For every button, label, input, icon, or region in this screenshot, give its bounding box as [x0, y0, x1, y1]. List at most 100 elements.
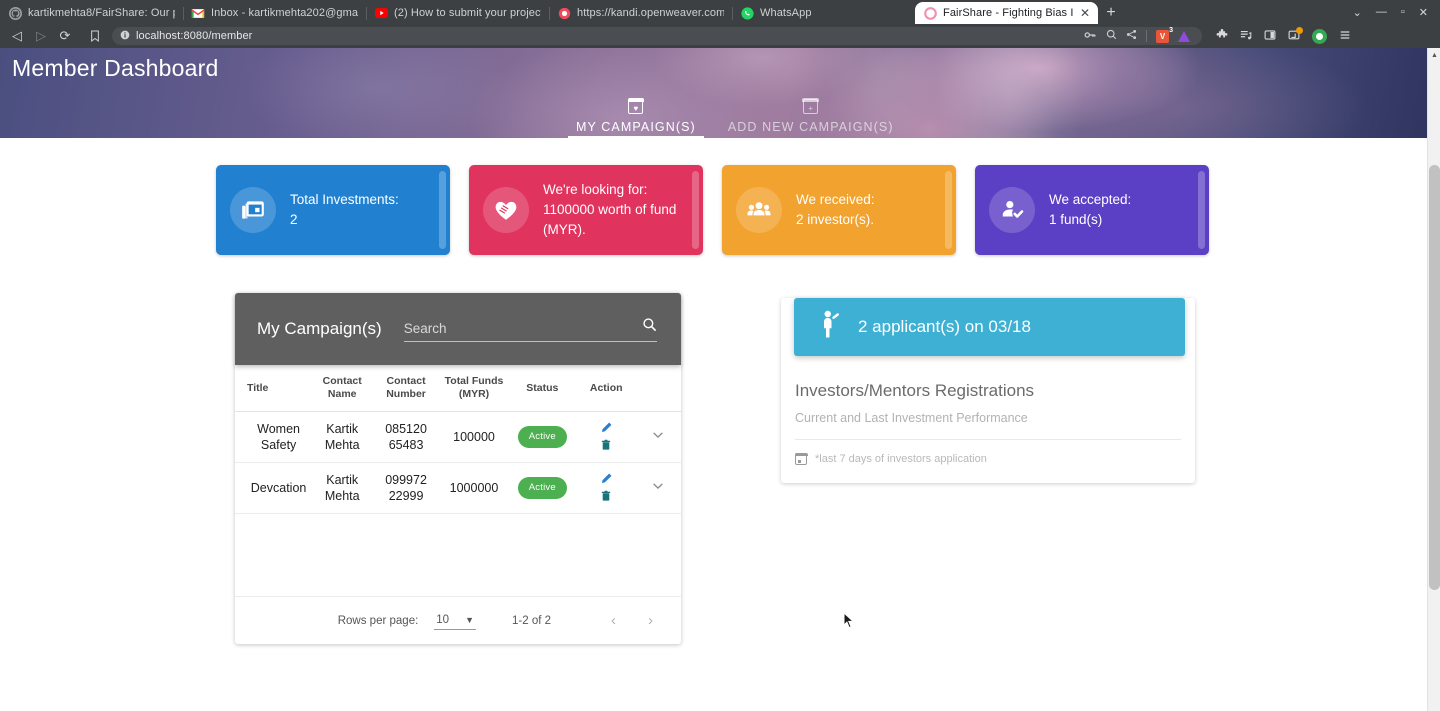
key-icon[interactable]: [1084, 30, 1097, 43]
registrations-title: Investors/Mentors Registrations: [795, 381, 1035, 400]
chevron-down-icon[interactable]: [651, 481, 665, 496]
browser-tab-fairshare[interactable]: FairShare - Fighting Bias In Fi ✕: [915, 2, 1098, 24]
tab-search-icon[interactable]: ⌄: [1353, 6, 1362, 19]
profile-avatar[interactable]: [1312, 28, 1327, 44]
close-window-button[interactable]: ✕: [1419, 6, 1428, 19]
stat-cards-row: Total Investments: 2 We're looking for: …: [0, 138, 1428, 255]
pagination-range: 1-2 of 2: [512, 614, 551, 627]
column-expand: [636, 365, 681, 412]
campaigns-card-header: My Campaign(s): [235, 293, 681, 365]
tab-title: https://kandi.openweaver.com/: [577, 7, 724, 19]
info-icon[interactable]: [120, 30, 130, 42]
panels-row: My Campaign(s) Title Contact: [0, 255, 1428, 644]
table-empty-space: [235, 514, 681, 596]
group-icon: [736, 187, 782, 233]
browser-tab-whatsapp[interactable]: WhatsApp: [732, 2, 915, 24]
rows-per-page-select[interactable]: 10 ▼: [434, 612, 476, 630]
reading-list-icon[interactable]: [1240, 29, 1252, 44]
browser-tab-github[interactable]: kartikmehta8/FairShare: Our pla: [0, 2, 183, 24]
applicants-banner[interactable]: 2 applicant(s) on 03/18: [794, 298, 1185, 356]
extensions-puzzle-icon[interactable]: [1216, 28, 1228, 44]
minimize-button[interactable]: —: [1376, 6, 1387, 18]
chevron-down-icon[interactable]: [651, 430, 665, 445]
chevron-down-icon: ▼: [465, 614, 474, 625]
registrations-subtitle: Current and Last Investment Performance: [795, 411, 1028, 425]
table-header-row: Title Contact Name Contact Number Total …: [235, 365, 681, 412]
column-contact-number: Contact Number: [386, 375, 426, 400]
side-panel-icon[interactable]: [1264, 29, 1276, 44]
extension-triangle-icon[interactable]: [1178, 30, 1190, 42]
new-tab-button[interactable]: +: [1098, 2, 1124, 24]
scroll-up-arrow[interactable]: ▲: [1428, 48, 1440, 62]
cell-contact-name: Kartik Mehta: [324, 473, 360, 503]
campaigns-title: My Campaign(s): [257, 319, 382, 338]
stat-value: 1100000 worth of fund (MYR).: [543, 202, 677, 237]
stat-label: We're looking for:: [543, 182, 648, 197]
dashboard-content: Total Investments: 2 We're looking for: …: [0, 138, 1428, 644]
cell-contact-number: 099972 22999: [385, 473, 427, 503]
whatsapp-icon: [740, 6, 754, 20]
delete-icon[interactable]: [600, 490, 612, 504]
next-page-button[interactable]: ›: [632, 612, 669, 629]
browser-tab-gmail[interactable]: Inbox - kartikmehta202@gmail.c: [183, 2, 366, 24]
search-input[interactable]: [403, 320, 634, 336]
page-viewport: Member Dashboard ♥ MY CAMPAIGN(S) + ADD …: [0, 48, 1440, 711]
vimium-extension-icon[interactable]: V 3: [1156, 27, 1173, 43]
stat-label: Total Investments:: [290, 192, 399, 207]
edit-icon[interactable]: [600, 472, 613, 487]
stat-card-total-investments[interactable]: Total Investments: 2: [216, 165, 450, 255]
bookmark-icon[interactable]: [84, 25, 106, 47]
tab-my-campaigns[interactable]: ♥ MY CAMPAIGN(S): [560, 93, 712, 138]
applicants-text: 2 applicant(s) on 03/18: [858, 317, 1031, 336]
cell-actions: [576, 463, 635, 514]
url-text: localhost:8080/member: [136, 30, 253, 42]
calendar-icon: [794, 452, 808, 465]
scrollbar-thumb[interactable]: [1429, 165, 1440, 590]
stat-card-looking-for[interactable]: We're looking for: 1100000 worth of fund…: [469, 165, 703, 255]
zoom-icon[interactable]: [1106, 29, 1117, 43]
page-scrollbar[interactable]: ▲: [1427, 48, 1440, 711]
back-button[interactable]: ◁: [6, 25, 28, 47]
search-icon[interactable]: [642, 317, 657, 336]
browser-toolbar: ◁ ▷ ⟳ localhost:8080/member V 3: [0, 24, 1440, 48]
hero-banner: Member Dashboard ♥ MY CAMPAIGN(S) + ADD …: [0, 48, 1428, 138]
table-body: Women Safety Kartik Mehta 085120 65483 1…: [235, 412, 681, 514]
forward-button[interactable]: ▷: [30, 25, 52, 47]
prev-page-button[interactable]: ‹: [595, 612, 632, 629]
rows-per-page-label: Rows per page:: [337, 614, 419, 627]
stat-value: 2 investor(s).: [796, 212, 875, 227]
extension-badge: 3: [1169, 26, 1173, 34]
reload-button[interactable]: ⟳: [54, 25, 76, 47]
calendar-plus-icon: +: [802, 98, 820, 114]
stat-card-accepted[interactable]: We accepted: 1 fund(s): [975, 165, 1209, 255]
cell-actions: [576, 412, 635, 463]
column-title: Title: [247, 381, 269, 394]
stat-text: Total Investments: 2: [290, 190, 399, 230]
address-bar[interactable]: localhost:8080/member V 3: [112, 27, 1202, 45]
edit-icon[interactable]: [600, 421, 613, 436]
table-row[interactable]: Women Safety Kartik Mehta 085120 65483 1…: [235, 412, 681, 463]
tab-add-new-campaigns[interactable]: + ADD NEW CAMPAIGN(S): [712, 93, 910, 138]
cell-status: Active: [508, 463, 576, 514]
tab-title: FairShare - Fighting Bias In Fi: [943, 7, 1074, 19]
maximize-button[interactable]: ▫: [1401, 6, 1405, 18]
fairshare-icon: [923, 6, 937, 20]
share-icon[interactable]: [1126, 29, 1137, 43]
search-field-wrapper[interactable]: [403, 317, 657, 342]
stat-text: We're looking for: 1100000 worth of fund…: [543, 180, 683, 240]
browser-tab-kandi[interactable]: https://kandi.openweaver.com/: [549, 2, 732, 24]
cell-expand: [636, 463, 681, 514]
omnibox-actions: V 3: [1084, 27, 1194, 43]
cell-status: Active: [508, 412, 576, 463]
table-row[interactable]: Devcation Kartik Mehta 099972 22999 1000…: [235, 463, 681, 514]
tab-label: MY CAMPAIGN(S): [576, 120, 696, 134]
stat-card-received[interactable]: We received: 2 investor(s).: [722, 165, 956, 255]
delete-icon[interactable]: [600, 439, 612, 453]
browser-tab-youtube[interactable]: (2) How to submit your projects: [366, 2, 549, 24]
cast-icon[interactable]: [1288, 26, 1303, 44]
column-total-funds: Total Funds (MYR): [444, 375, 504, 400]
campaigns-table: Title Contact Name Contact Number Total …: [235, 365, 681, 514]
stat-text: We received: 2 investor(s).: [796, 190, 875, 230]
chrome-menu-icon[interactable]: [1339, 29, 1351, 44]
close-icon[interactable]: ✕: [1080, 7, 1090, 19]
